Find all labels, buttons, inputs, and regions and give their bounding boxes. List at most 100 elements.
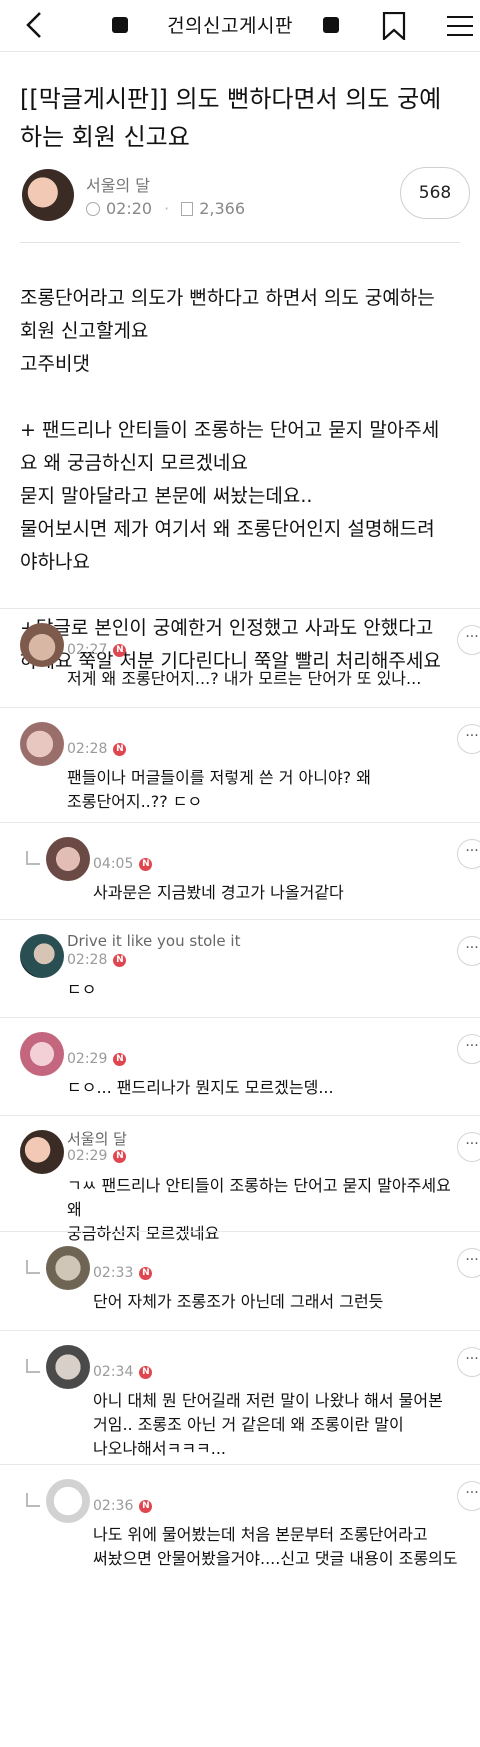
comment-time: 02:28 N xyxy=(67,952,127,968)
post-body: 조롱단어라고 의도가 뻔하다고 하면서 의도 궁예하는회원 신고할게요고주비댓 +… xyxy=(20,282,465,678)
comment-text: 팬들이나 머글들이를 저렇게 쓴 거 아니야? 왜 조롱단어지..?? ㄷㅇ xyxy=(67,766,457,814)
post-body-line: 회원 신고할게요 xyxy=(20,320,149,342)
post-time: 02:20 xyxy=(106,199,153,218)
comment-more-button[interactable]: ··· xyxy=(457,1481,480,1511)
comment-time-text: 02:29 xyxy=(67,1051,108,1067)
square-icon xyxy=(112,17,128,33)
comment-separator xyxy=(0,919,480,920)
comment-more-button[interactable]: ··· xyxy=(457,1248,480,1278)
comment-time-text: 02:33 xyxy=(93,1265,134,1281)
post-meta: 02:20 · 2,366 xyxy=(86,199,245,218)
comment-text-line: ㄷㅇ... 팬드리나가 뭔지도 모르겠는뎅... xyxy=(67,1078,334,1097)
comment-text: ㄷㅇ xyxy=(67,978,457,1002)
comment-text-line: 나도 위에 물어봤는데 처음 본문부터 조롱단어라고 xyxy=(93,1525,428,1544)
new-badge: N xyxy=(113,953,127,967)
new-badge: N xyxy=(139,1266,153,1280)
comment-text-line: 나오나해서ㅋㅋㅋ... xyxy=(93,1439,227,1458)
comment-time-text: 02:29 xyxy=(67,1148,108,1164)
post-body-line: 물어보시면 제가 여기서 왜 조롱단어인지 설명해드려 xyxy=(20,518,435,540)
post-body-line: 고주비댓 xyxy=(20,353,90,375)
commenter-avatar[interactable] xyxy=(20,623,64,667)
comment-text-line: 저게 왜 조롱단어지...? 내가 모르는 단어가 또 있나... xyxy=(67,669,422,688)
new-badge: N xyxy=(139,857,153,871)
new-badge: N xyxy=(113,643,127,657)
comment-text: ㄱㅆ 팬드리나 안티들이 조롱하는 단어고 묻지 말아주세요 왜 궁금하신지 모르… xyxy=(67,1174,457,1246)
commenter-avatar[interactable] xyxy=(46,837,90,881)
comment-more-button[interactable]: ··· xyxy=(457,625,480,655)
comment-separator xyxy=(0,1330,480,1331)
comment-text: 단어 자체가 조롱조가 아닌데 그래서 그런듯 xyxy=(93,1290,458,1314)
post-body-line: +답글로 본인이 궁예한거 인정했고 사과도 안했다고 xyxy=(20,617,434,639)
comment-text: 나도 위에 물어봤는데 처음 본문부터 조롱단어라고써놨으면 안물어봤을거야..… xyxy=(93,1523,458,1571)
comment-more-button[interactable]: ··· xyxy=(457,1347,480,1377)
comment-text: 저게 왜 조롱단어지...? 내가 모르는 단어가 또 있나... xyxy=(67,667,457,691)
commenter-name[interactable]: Drive it like you stole it xyxy=(67,932,240,950)
commenter-avatar[interactable] xyxy=(20,722,64,766)
views-icon xyxy=(181,201,194,216)
comment-more-button[interactable]: ··· xyxy=(457,839,480,869)
comment-time: 02:29 N xyxy=(67,1051,127,1067)
comment-time: 04:05 N xyxy=(93,856,153,872)
reply-arrow-icon xyxy=(26,1493,40,1507)
comment-time-text: 02:28 xyxy=(67,741,108,757)
comment-time-text: 02:28 xyxy=(67,952,108,968)
commenter-name[interactable]: 서울의 달 xyxy=(67,1128,127,1149)
back-arrow-icon[interactable] xyxy=(20,10,50,40)
comment-text-line: ㄷㅇ xyxy=(67,980,97,999)
reply-arrow-icon xyxy=(26,1260,40,1274)
post-body-line: + 팬드리나 안티들이 조롱하는 단어고 묻지 말아주세 xyxy=(20,419,440,441)
board-title: 건의신고게시판 xyxy=(167,15,293,37)
post-title: [[막글게시판]] 의도 뻔하다면서 의도 궁예하는 회원 신고요 xyxy=(20,85,442,151)
new-badge: N xyxy=(113,742,127,756)
commenter-avatar[interactable] xyxy=(20,1032,64,1076)
square-icon xyxy=(323,17,339,33)
comment-text-line: 단어 자체가 조롱조가 아닌데 그래서 그런듯 xyxy=(93,1292,384,1311)
comment-more-button[interactable]: ··· xyxy=(457,724,480,754)
comment-time: 02:33 N xyxy=(93,1265,153,1281)
comment-separator xyxy=(0,1231,480,1232)
comment-count-button[interactable]: 568 xyxy=(400,167,470,219)
comment-text-line: 아니 대체 뭔 단어길래 저런 말이 나왔나 해서 물어본 xyxy=(93,1391,443,1410)
comment-separator xyxy=(0,1017,480,1018)
bookmark-icon[interactable] xyxy=(382,12,406,40)
comment-time-text: 02:27 xyxy=(67,642,108,658)
new-badge: N xyxy=(139,1365,153,1379)
comment-time-text: 04:05 xyxy=(93,856,134,872)
comment-text-line: 써놨으면 안물어봤을거야....신고 댓글 내용이 조롱의도 xyxy=(93,1549,458,1568)
post-body-line: 야하나요 xyxy=(20,551,90,573)
post-views: 2,366 xyxy=(199,199,246,218)
comment-more-button[interactable]: ··· xyxy=(457,936,480,966)
comment-time: 02:29 N xyxy=(67,1148,127,1164)
comment-time: 02:36 N xyxy=(93,1498,153,1514)
comment-time-text: 02:34 xyxy=(93,1364,134,1380)
commenter-avatar[interactable] xyxy=(46,1479,90,1523)
new-badge: N xyxy=(113,1052,127,1066)
commenter-avatar[interactable] xyxy=(20,1130,64,1174)
comment-text: 사과문은 지금봤네 경고가 나올거같다 xyxy=(93,881,458,905)
clock-icon xyxy=(86,201,100,216)
reply-arrow-icon xyxy=(26,851,40,865)
author-name[interactable]: 서울의 달 xyxy=(86,172,150,196)
comment-time: 02:28 N xyxy=(67,741,127,757)
commenter-avatar[interactable] xyxy=(20,934,64,978)
post-body-line: 묻지 말아달라고 본문에 써놨는데요.. xyxy=(20,485,313,507)
commenter-avatar[interactable] xyxy=(46,1246,90,1290)
comment-time-text: 02:36 xyxy=(93,1498,134,1514)
comment-separator xyxy=(0,608,480,609)
comment-text-line: 사과문은 지금봤네 경고가 나올거같다 xyxy=(93,883,344,902)
comment-separator xyxy=(0,1115,480,1116)
commenter-avatar[interactable] xyxy=(46,1345,90,1389)
comment-more-button[interactable]: ··· xyxy=(457,1034,480,1064)
top-bar: 건의신고게시판 xyxy=(0,0,480,52)
comment-text-line: 조롱단어지..?? ㄷㅇ xyxy=(67,792,203,811)
comment-separator xyxy=(0,1464,480,1465)
comment-more-button[interactable]: ··· xyxy=(457,1132,480,1162)
author-avatar[interactable] xyxy=(22,169,74,221)
comment-text: ㄷㅇ... 팬드리나가 뭔지도 모르겠는뎅... xyxy=(67,1076,457,1100)
menu-icon[interactable] xyxy=(446,14,474,38)
comment-text-line: 거임.. 조롱조 아닌 거 같은데 왜 조롱이란 말이 xyxy=(93,1415,404,1434)
comment-text: 아니 대체 뭔 단어길래 저런 말이 나왔나 해서 물어본거임.. 조롱조 아닌… xyxy=(93,1389,458,1461)
divider xyxy=(20,242,460,243)
post-body-line: 조롱단어라고 의도가 뻔하다고 하면서 의도 궁예하는 xyxy=(20,287,435,309)
